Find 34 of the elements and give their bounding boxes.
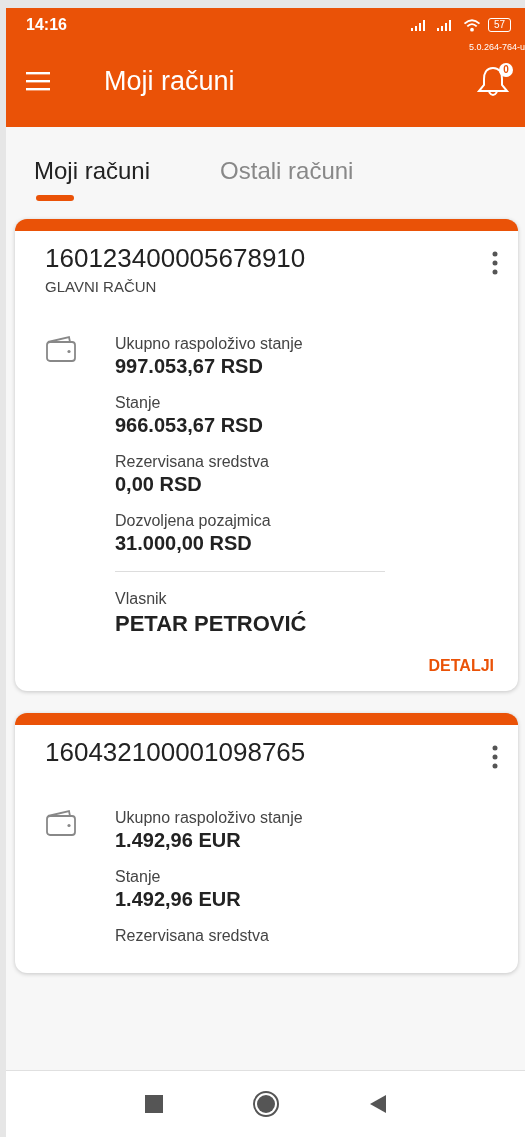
details-link[interactable]: DETALJI — [424, 653, 498, 679]
field-label: Rezervisana sredstva — [115, 927, 270, 945]
menu-icon[interactable] — [26, 71, 50, 91]
field-value: 966.053,67 RSD — [115, 414, 264, 437]
home-icon[interactable] — [251, 1090, 280, 1118]
wallet-icon — [45, 335, 77, 363]
field-label: Ukupno raspoloživo stanje — [115, 809, 304, 827]
field-label: Dozvoljena pozajmica — [115, 512, 272, 530]
field-value: 997.053,67 RSD — [115, 355, 264, 378]
field-value: 0,00 RSD — [115, 473, 203, 496]
wallet-icon — [45, 809, 77, 837]
status-time: 14:16 — [26, 16, 67, 34]
field-label: Rezervisana sredstva — [115, 453, 270, 471]
field-label: Ukupno raspoloživo stanje — [115, 335, 304, 353]
account-name: GLAVNI RAČUN — [45, 278, 158, 295]
notification-count: 0 — [499, 63, 513, 77]
more-options-icon[interactable] — [492, 745, 498, 769]
field-value: 1.492,96 EUR — [115, 888, 242, 911]
recent-apps-icon[interactable] — [143, 1094, 164, 1114]
more-options-icon[interactable] — [492, 251, 498, 275]
tab[interactable]: Ostali računi — [220, 155, 354, 201]
field-label: Stanje — [115, 394, 162, 412]
wifi-icon — [461, 17, 482, 33]
app-title: Moji računi — [104, 65, 236, 97]
field-label: Stanje — [115, 868, 162, 886]
tab[interactable]: Moji računi — [34, 155, 151, 201]
owner-label: Vlasnik — [115, 590, 168, 608]
account-number: 160432100001098765 — [45, 737, 306, 768]
battery-icon: 57 — [487, 18, 511, 32]
field-value: 1.492,96 EUR — [115, 829, 242, 852]
field-value: 31.000,00 RSD — [115, 532, 253, 555]
account-number: 160123400005678910 — [45, 243, 306, 274]
version-text: 5.0.264-764-u — [467, 42, 525, 52]
owner-name: PETAR PETROVIĆ — [115, 611, 308, 637]
